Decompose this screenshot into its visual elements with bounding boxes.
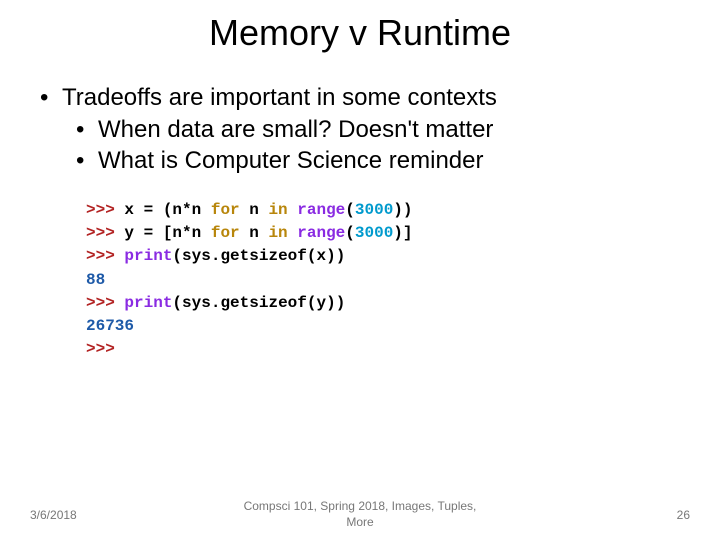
code-identifier: n	[249, 201, 268, 219]
code-operator: *	[182, 224, 192, 242]
footer-center: Compsci 101, Spring 2018, Images, Tuples…	[230, 499, 490, 530]
bullet-level1: Tradeoffs are important in some contexts	[40, 84, 700, 112]
code-line: >>> y = [n*n for n in range(3000)]	[86, 222, 720, 245]
code-number: 3000	[355, 201, 393, 219]
repl-prompt: >>>	[86, 247, 124, 265]
code-keyword: in	[268, 224, 297, 242]
code-identifier: x	[316, 247, 326, 265]
code-identifier: sys	[182, 294, 211, 312]
code-output: 26736	[86, 315, 720, 338]
code-function: range	[297, 224, 345, 242]
code-function: print	[124, 247, 172, 265]
repl-prompt: >>>	[86, 294, 124, 312]
bullet-list: Tradeoffs are important in some contexts…	[0, 84, 720, 175]
code-paren: ))	[393, 201, 412, 219]
code-number: 3000	[355, 224, 393, 242]
code-snippet: >>> x = (n*n for n in range(3000)) >>> y…	[86, 199, 720, 361]
code-identifier: n	[192, 224, 211, 242]
code-identifier: sys	[182, 247, 211, 265]
code-function: print	[124, 294, 172, 312]
code-identifier: n	[172, 201, 182, 219]
code-keyword: for	[211, 224, 249, 242]
bullet-text: Tradeoffs are important in some contexts	[62, 84, 497, 111]
code-identifier: getsizeof	[220, 247, 306, 265]
code-paren: (	[345, 224, 355, 242]
code-operator: = [	[144, 224, 173, 242]
output-value: 26736	[86, 317, 134, 335]
code-operator: *	[182, 201, 192, 219]
code-operator: = (	[144, 201, 173, 219]
repl-prompt: >>>	[86, 224, 124, 242]
code-keyword: in	[268, 201, 297, 219]
code-identifier: y	[316, 294, 326, 312]
code-paren: ))	[326, 294, 345, 312]
code-identifier: n	[192, 201, 211, 219]
code-operator: .	[211, 247, 221, 265]
code-identifier: n	[172, 224, 182, 242]
footer-date: 3/6/2018	[30, 508, 77, 522]
output-value: 88	[86, 271, 105, 289]
code-paren: (	[172, 294, 182, 312]
slide-title: Memory v Runtime	[0, 12, 720, 54]
code-identifier: getsizeof	[220, 294, 306, 312]
code-identifier: x	[124, 201, 143, 219]
code-line: >>> print(sys.getsizeof(y))	[86, 292, 720, 315]
bullet-level2: When data are small? Doesn't matter	[76, 116, 700, 144]
bullet-text: When data are small? Doesn't matter	[98, 116, 493, 143]
code-keyword: for	[211, 201, 249, 219]
code-line: >>> print(sys.getsizeof(x))	[86, 245, 720, 268]
code-paren: (	[345, 201, 355, 219]
code-output: 88	[86, 269, 720, 292]
footer-page-number: 26	[677, 508, 690, 522]
repl-prompt: >>>	[86, 201, 124, 219]
code-identifier: n	[249, 224, 268, 242]
code-identifier: y	[124, 224, 143, 242]
slide: Memory v Runtime Tradeoffs are important…	[0, 0, 720, 540]
footer: 3/6/2018 Compsci 101, Spring 2018, Image…	[0, 508, 720, 522]
code-operator: .	[211, 294, 221, 312]
code-line: >>>	[86, 338, 720, 361]
code-paren: ))	[326, 247, 345, 265]
code-line: >>> x = (n*n for n in range(3000))	[86, 199, 720, 222]
bullet-text: What is Computer Science reminder	[98, 147, 483, 174]
code-paren: (	[172, 247, 182, 265]
repl-prompt: >>>	[86, 340, 124, 358]
code-paren: )]	[393, 224, 412, 242]
bullet-level2: What is Computer Science reminder	[76, 147, 700, 175]
code-function: range	[297, 201, 345, 219]
